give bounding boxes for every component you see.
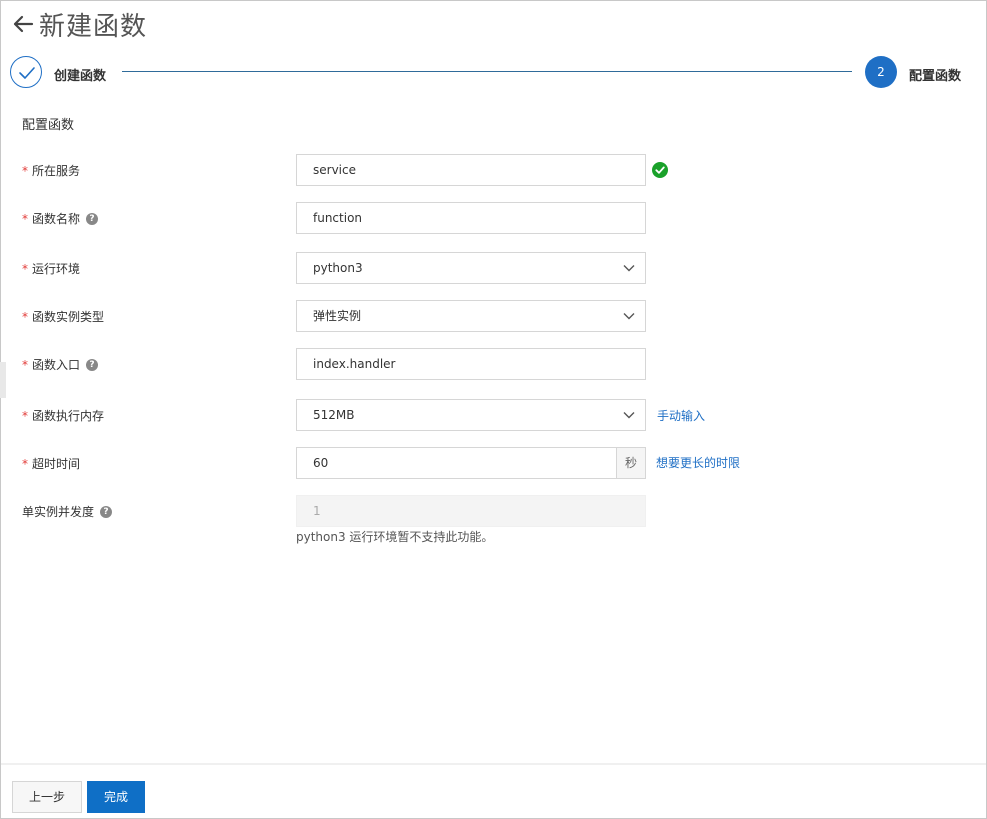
form-row-service: * 所在服务 service — [0, 154, 987, 187]
timeout-input[interactable]: 60 秒 — [296, 447, 646, 479]
step-1-done-indicator — [10, 56, 42, 88]
memory-value: 512MB — [313, 408, 355, 422]
concurrency-hint: python3 运行环境暂不支持此功能。 — [296, 530, 494, 544]
service-input[interactable]: service — [296, 154, 646, 186]
memory-label: 函数执行内存 — [32, 409, 105, 423]
form-row-name: * 函数名称? function — [0, 202, 987, 235]
section-title: 配置函数 — [22, 118, 75, 133]
stepper: 创建函数 2 配置函数 — [10, 56, 970, 90]
timeout-unit: 秒 — [616, 448, 645, 478]
previous-step-button[interactable]: 上一步 — [12, 781, 82, 813]
form-row-runtime: * 运行环境 python3 — [0, 252, 987, 285]
form-row-handler: * 函数入口? index.handler — [0, 348, 987, 381]
form-row-instance-type: * 函数实例类型 弹性实例 — [0, 300, 987, 333]
back-arrow-icon[interactable] — [11, 12, 35, 36]
manual-input-link[interactable]: 手动输入 — [657, 407, 705, 424]
required-marker: * — [22, 456, 28, 471]
form-row-timeout: * 超时时间 60 秒 想要更长的时限 — [0, 447, 987, 480]
instance-type-select[interactable]: 弹性实例 — [296, 300, 646, 332]
handler-label: 函数入口 — [32, 358, 81, 372]
step-2-label: 配置函数 — [909, 69, 962, 84]
page-header: 新建函数 — [11, 6, 147, 42]
instance-type-value: 弹性实例 — [313, 309, 362, 323]
step-2-number: 2 — [865, 56, 897, 88]
required-marker: * — [22, 211, 28, 226]
required-marker: * — [22, 309, 28, 324]
handler-input[interactable]: index.handler — [296, 348, 646, 380]
function-name-input[interactable]: function — [296, 202, 646, 234]
service-label: 所在服务 — [32, 164, 81, 178]
longer-timeout-link[interactable]: 想要更长的时限 — [656, 454, 740, 471]
help-icon[interactable]: ? — [100, 505, 113, 518]
chevron-down-icon — [623, 313, 635, 320]
check-icon — [19, 67, 35, 79]
step-1-label: 创建函数 — [54, 69, 107, 84]
concurrency-label: 单实例并发度 — [22, 505, 95, 519]
instance-type-label: 函数实例类型 — [32, 310, 105, 324]
help-icon[interactable]: ? — [86, 358, 99, 371]
step-connector — [122, 71, 852, 72]
runtime-label: 运行环境 — [32, 262, 81, 276]
timeout-label: 超时时间 — [32, 457, 81, 471]
required-marker: * — [22, 163, 28, 178]
timeout-value: 60 — [313, 456, 329, 470]
memory-select[interactable]: 512MB — [296, 399, 646, 431]
form-row-concurrency: 单实例并发度? 1 — [0, 495, 987, 528]
form-row-memory: * 函数执行内存 512MB 手动输入 — [0, 399, 987, 432]
required-marker: * — [22, 261, 28, 276]
required-marker: * — [22, 357, 28, 372]
chevron-down-icon — [623, 412, 635, 419]
footer-divider — [1, 763, 986, 765]
runtime-select[interactable]: python3 — [296, 252, 646, 284]
help-icon[interactable]: ? — [86, 212, 99, 225]
runtime-value: python3 — [313, 261, 363, 275]
chevron-down-icon — [623, 265, 635, 272]
required-marker: * — [22, 408, 28, 423]
finish-button[interactable]: 完成 — [87, 781, 145, 813]
page-title: 新建函数 — [39, 11, 148, 42]
check-circle-icon — [652, 162, 668, 178]
function-name-label: 函数名称 — [32, 212, 81, 226]
concurrency-input: 1 — [296, 495, 646, 527]
